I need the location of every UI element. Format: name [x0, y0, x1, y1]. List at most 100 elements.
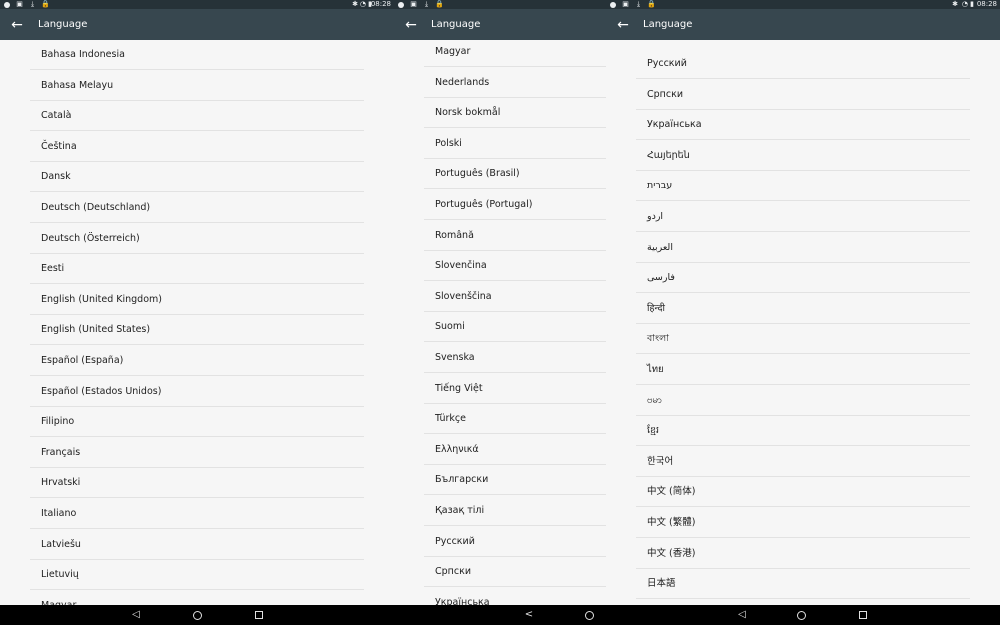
nav-recents-icon[interactable] — [255, 611, 263, 619]
language-list-item[interactable]: 中文 (繁體) — [636, 508, 970, 538]
settings-panel-3: ▣ ⤓ 🔒 ✱ ◔ ▮ 08:28 ← Language Русский Српс… — [606, 0, 1000, 625]
alarm-icon: ◔ — [359, 0, 366, 8]
language-list-item[interactable]: English (United Kingdom) — [30, 285, 364, 315]
language-list-item[interactable]: Hrvatski — [30, 468, 364, 499]
language-list-item[interactable]: Latviešu — [30, 530, 364, 560]
download-icon: ⤓ — [424, 0, 429, 8]
status-bar: ▣ ⤓ 🔒 — [394, 0, 606, 9]
language-list-item[interactable]: Հայերեն — [636, 141, 970, 171]
language-list-item[interactable]: Tiếng Việt — [424, 374, 606, 404]
battery-icon: ▮ — [970, 0, 974, 8]
language-list-item[interactable]: Polski — [424, 129, 606, 159]
language-list-item[interactable]: فارسی — [636, 263, 970, 294]
bluetooth-icon: ✱ — [352, 0, 358, 8]
language-list-item[interactable]: العربية — [636, 233, 970, 263]
language-list-item[interactable]: Русский — [636, 49, 970, 79]
language-list-item[interactable]: Română — [424, 221, 606, 251]
language-list[interactable]: Русский Српски Українська Հայերեն עברית اردو ا… — [606, 40, 1000, 605]
app-bar: ← Language — [0, 9, 394, 40]
circle-icon — [610, 1, 616, 8]
language-list-item[interactable]: Filipino — [30, 407, 364, 438]
language-list-item[interactable]: हिन्दी — [636, 294, 970, 324]
app-bar: ← Language — [394, 9, 606, 40]
language-list-item[interactable]: Français — [30, 438, 364, 468]
download-icon: ⤓ — [636, 0, 641, 8]
language-list-item[interactable]: اردو — [636, 202, 970, 232]
language-list-item[interactable]: Українська — [636, 110, 970, 141]
language-list-item[interactable]: Português (Portugal) — [424, 190, 606, 220]
language-list-item[interactable]: 日本語 — [636, 569, 970, 600]
status-bar: ▣ ⤓ 🔒 ✱ ◔ ▮ 08:28 — [0, 0, 394, 9]
language-list-item[interactable]: Српски — [636, 80, 970, 110]
language-list-item[interactable]: Magyar — [30, 591, 364, 605]
settings-panel-1: ▣ ⤓ 🔒 ✱ ◔ ▮ 08:28 ← Language Bahasa Indo… — [0, 0, 394, 625]
lock-icon: 🔒 — [435, 0, 444, 8]
language-list-item[interactable]: Nederlands — [424, 68, 606, 98]
language-list-item[interactable]: Ελληνικά — [424, 435, 606, 465]
language-list-item[interactable]: Lietuvių — [30, 560, 364, 591]
nav-back-icon[interactable]: ◁ — [736, 609, 748, 621]
language-list-item[interactable]: ខ្មែរ — [636, 416, 970, 447]
page-title: Language — [431, 19, 481, 30]
language-list-item[interactable]: Русский — [424, 527, 606, 557]
language-list-item[interactable]: ไทย — [636, 355, 970, 385]
clock: 08:28 — [976, 0, 997, 8]
language-list-item[interactable]: Bahasa Melayu — [30, 71, 364, 101]
language-list-item[interactable]: Українська — [424, 588, 606, 605]
language-list-item[interactable]: Català — [30, 101, 364, 132]
language-list-item[interactable]: Bahasa Indonesia — [30, 40, 364, 70]
language-list-item[interactable]: Português (Brasil) — [424, 159, 606, 190]
nav-home-icon[interactable] — [797, 610, 806, 620]
language-list[interactable]: Bahasa Indonesia Bahasa Melayu Català Češti… — [0, 40, 394, 605]
language-list-item[interactable]: Қазақ тілі — [424, 496, 606, 526]
language-list-item[interactable]: বাংলা — [636, 324, 970, 355]
app-bar: ← Language — [606, 9, 1000, 40]
image-icon: ▣ — [16, 0, 23, 8]
clock: 08:28 — [370, 0, 391, 8]
language-list-item[interactable]: Српски — [424, 557, 606, 588]
settings-panel-2: ▣ ⤓ 🔒 ← Language Magyar Nederlands Norsk b… — [394, 0, 606, 625]
language-list-item[interactable]: 中文 (简体) — [636, 477, 970, 508]
language-list-item[interactable]: Čeština — [30, 132, 364, 162]
language-list-item[interactable]: Dansk — [30, 162, 364, 193]
nav-home-icon[interactable] — [585, 610, 594, 620]
download-icon: ⤓ — [30, 0, 35, 8]
image-icon: ▣ — [410, 0, 417, 8]
language-list-item[interactable]: Español (España) — [30, 346, 364, 376]
page-title: Language — [643, 19, 693, 30]
language-list-item[interactable]: Deutsch (Deutschland) — [30, 193, 364, 223]
lock-icon: 🔒 — [41, 0, 50, 8]
nav-recents-icon[interactable] — [859, 611, 867, 619]
bluetooth-icon: ✱ — [952, 0, 958, 8]
navigation-bar: < — [394, 605, 606, 625]
language-list-item[interactable]: Български — [424, 465, 606, 496]
navigation-bar: ◁ — [0, 605, 394, 625]
language-list-item[interactable]: Svenska — [424, 343, 606, 373]
language-list-item[interactable]: 한국어 — [636, 447, 970, 477]
language-list-item[interactable]: 中文 (香港) — [636, 539, 970, 569]
language-list-item[interactable]: Deutsch (Österreich) — [30, 224, 364, 254]
status-bar: ▣ ⤓ 🔒 ✱ ◔ ▮ 08:28 — [606, 0, 1000, 9]
language-list-item[interactable]: Español (Estados Unidos) — [30, 377, 364, 407]
nav-back-icon[interactable]: ◁ — [130, 609, 142, 621]
back-arrow-icon[interactable]: ← — [9, 17, 25, 33]
language-list-item[interactable]: Eesti — [30, 254, 364, 285]
language-list-item[interactable]: English (United States) — [30, 315, 364, 346]
navigation-bar: ◁ — [606, 605, 1000, 625]
language-list-item[interactable]: Italiano — [30, 499, 364, 529]
language-list-item[interactable]: Slovenščina — [424, 282, 606, 312]
language-list-item[interactable]: Slovenčina — [424, 251, 606, 282]
language-list-item[interactable]: Türkçe — [424, 404, 606, 435]
language-list-item[interactable]: Magyar — [424, 40, 606, 67]
language-list-item[interactable]: ဗမာ — [636, 386, 970, 416]
image-icon: ▣ — [622, 0, 629, 8]
nav-back-icon[interactable]: < — [523, 609, 535, 621]
language-list-item[interactable]: Norsk bokmål — [424, 98, 606, 129]
back-arrow-icon[interactable]: ← — [403, 17, 419, 33]
alarm-icon: ◔ — [961, 0, 968, 8]
back-arrow-icon[interactable]: ← — [615, 17, 631, 33]
language-list[interactable]: Magyar Nederlands Norsk bokmål Polski Portug… — [394, 40, 606, 605]
language-list-item[interactable]: עברית — [636, 171, 970, 202]
language-list-item[interactable]: Suomi — [424, 312, 606, 343]
nav-home-icon[interactable] — [193, 610, 202, 620]
